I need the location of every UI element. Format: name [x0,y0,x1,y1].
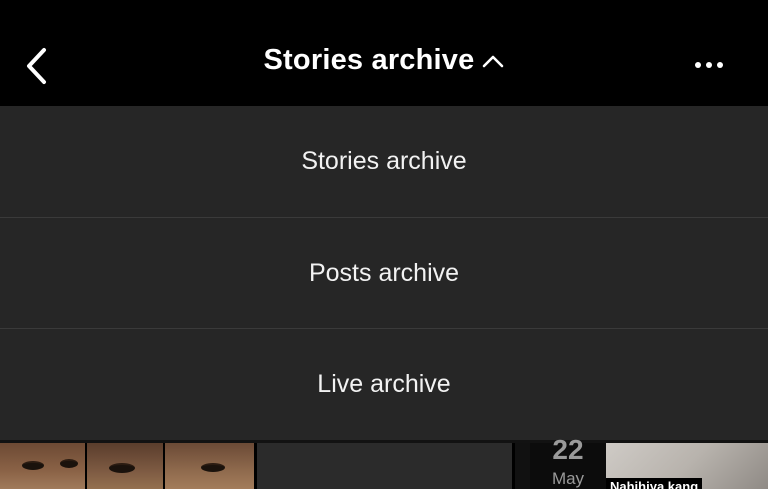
date-badge: 22 May [530,435,606,489]
date-month: May [551,469,585,488]
story-thumbnail[interactable] [87,443,163,489]
more-options-button[interactable] [684,48,734,82]
menu-item-live-archive[interactable]: Live archive [0,328,768,439]
story-thumbnail[interactable]: Nahihiya kang [606,443,768,489]
more-horizontal-icon [695,62,723,68]
story-caption: Nahihiya kang [606,478,703,489]
archive-type-dropdown[interactable]: Stories archive [0,44,768,77]
menu-item-stories-archive[interactable]: Stories archive [0,106,768,217]
date-day: 22 [552,434,584,465]
page-title: Stories archive [263,44,475,76]
story-thumbnail[interactable] [0,443,85,489]
archive-dropdown-menu: Stories archive Posts archive Live archi… [0,106,768,440]
story-thumbnail[interactable] [257,443,512,489]
top-bar: Stories archive [0,0,768,106]
chevron-up-icon [483,55,504,67]
menu-item-posts-archive[interactable]: Posts archive [0,217,768,328]
story-thumbnail[interactable] [165,443,254,489]
